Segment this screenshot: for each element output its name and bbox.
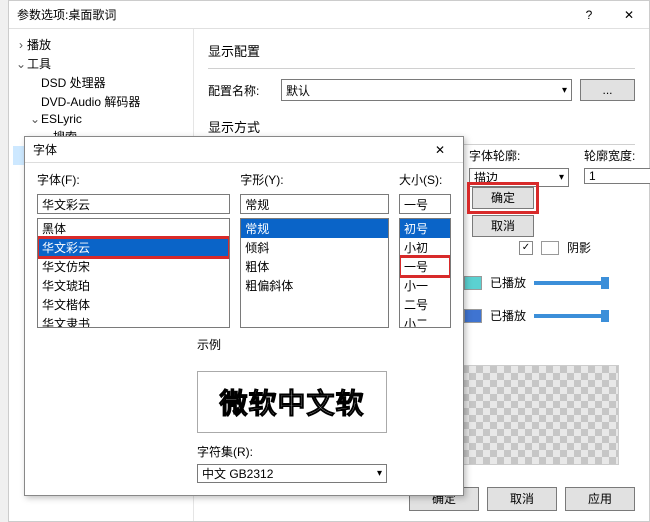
played-label-2: 已播放	[490, 307, 526, 324]
help-icon[interactable]: ?	[569, 1, 609, 28]
chevron-down-icon: ▾	[377, 468, 382, 479]
preview-area	[454, 365, 619, 465]
tree-item-dsd[interactable]: DSD 处理器	[13, 73, 189, 92]
sample-text: 微软中文软	[219, 382, 364, 422]
tree-item-tools[interactable]: ⌄工具	[13, 54, 189, 73]
sample-label: 示例	[197, 338, 221, 352]
width-spinner[interactable]: 1▴▾	[584, 168, 650, 184]
list-item[interactable]: 初号	[400, 219, 450, 238]
config-more-button[interactable]: ...	[580, 79, 635, 101]
size-listbox[interactable]: 初号小初一号小一二号小二三号	[399, 218, 451, 328]
list-item[interactable]: 倾斜	[241, 238, 388, 257]
list-item[interactable]: 华文楷体	[38, 295, 229, 314]
list-item[interactable]: 粗偏斜体	[241, 276, 388, 295]
font-input[interactable]: 华文彩云	[37, 194, 230, 214]
font-dialog: 字体 ✕ 字体(F): 华文彩云 黑体华文彩云华文仿宋华文琥珀华文楷体华文隶书华…	[24, 136, 464, 496]
list-item[interactable]: 一号	[400, 257, 450, 276]
width-label: 轮廓宽度:	[584, 147, 650, 164]
size-field-label: 大小(S):	[399, 171, 451, 188]
prefs-cancel-button[interactable]: 取消	[487, 487, 557, 511]
close-icon[interactable]: ✕	[609, 1, 649, 28]
list-item[interactable]: 华文仿宋	[38, 257, 229, 276]
style-input[interactable]: 常规	[240, 194, 389, 214]
chevron-down-icon: ▾	[562, 85, 567, 96]
list-item[interactable]: 粗体	[241, 257, 388, 276]
shadow-label: 阴影	[567, 239, 591, 256]
fontdlg-cancel-button[interactable]: 取消	[472, 215, 534, 237]
played-slider-2[interactable]	[534, 314, 609, 318]
fontdlg-title-text: 字体	[33, 137, 57, 162]
list-item[interactable]: 黑体	[38, 219, 229, 238]
size-input[interactable]: 一号	[399, 194, 451, 214]
config-name-label: 配置名称:	[208, 82, 273, 99]
fontdlg-ok-button[interactable]: 确定	[472, 187, 534, 209]
charset-select[interactable]: 中文 GB2312▾	[197, 464, 387, 483]
list-item[interactable]: 小初	[400, 238, 450, 257]
prefs-titlebar: 参数选项:桌面歌词 ? ✕	[9, 1, 649, 29]
played-slider-1[interactable]	[534, 281, 609, 285]
prefs-apply-button[interactable]: 应用	[565, 487, 635, 511]
config-name-select[interactable]: 默认▾	[281, 79, 572, 101]
list-item[interactable]: 华文彩云	[38, 238, 229, 257]
list-item[interactable]: 小二	[400, 314, 450, 328]
font-field-label: 字体(F):	[37, 171, 230, 188]
tree-item-dvd[interactable]: DVD-Audio 解码器	[13, 92, 189, 111]
list-item[interactable]: 华文隶书	[38, 314, 229, 328]
section-display-mode: 显示方式	[208, 117, 635, 136]
tree-item-play[interactable]: ›播放	[13, 35, 189, 54]
charset-label: 字符集(R):	[197, 443, 387, 460]
list-item[interactable]: 常规	[241, 219, 388, 238]
tree-item-eslyric[interactable]: ⌄ESLyric	[13, 111, 189, 127]
style-listbox[interactable]: 常规倾斜粗体粗偏斜体	[240, 218, 389, 328]
section-display-config: 显示配置	[208, 41, 635, 60]
fontdlg-close-icon[interactable]: ✕	[425, 137, 455, 162]
sample-box: 微软中文软	[197, 371, 387, 433]
outline-label: 字体轮廓:	[469, 147, 569, 164]
prefs-title-text: 参数选项:桌面歌词	[17, 1, 116, 28]
list-item[interactable]: 华文琥珀	[38, 276, 229, 295]
played-swatch-1[interactable]	[464, 276, 482, 290]
shadow-swatch[interactable]	[541, 241, 559, 255]
played-swatch-2[interactable]	[464, 309, 482, 323]
chevron-down-icon: ▾	[559, 172, 564, 183]
outline-select[interactable]: 描边▾	[469, 168, 569, 187]
style-field-label: 字形(Y):	[240, 171, 389, 188]
font-listbox[interactable]: 黑体华文彩云华文仿宋华文琥珀华文楷体华文隶书华文宋体	[37, 218, 230, 328]
played-label-1: 已播放	[490, 274, 526, 291]
fontdlg-titlebar: 字体 ✕	[25, 137, 463, 163]
shadow-checkbox[interactable]	[519, 241, 533, 255]
list-item[interactable]: 二号	[400, 295, 450, 314]
list-item[interactable]: 小一	[400, 276, 450, 295]
